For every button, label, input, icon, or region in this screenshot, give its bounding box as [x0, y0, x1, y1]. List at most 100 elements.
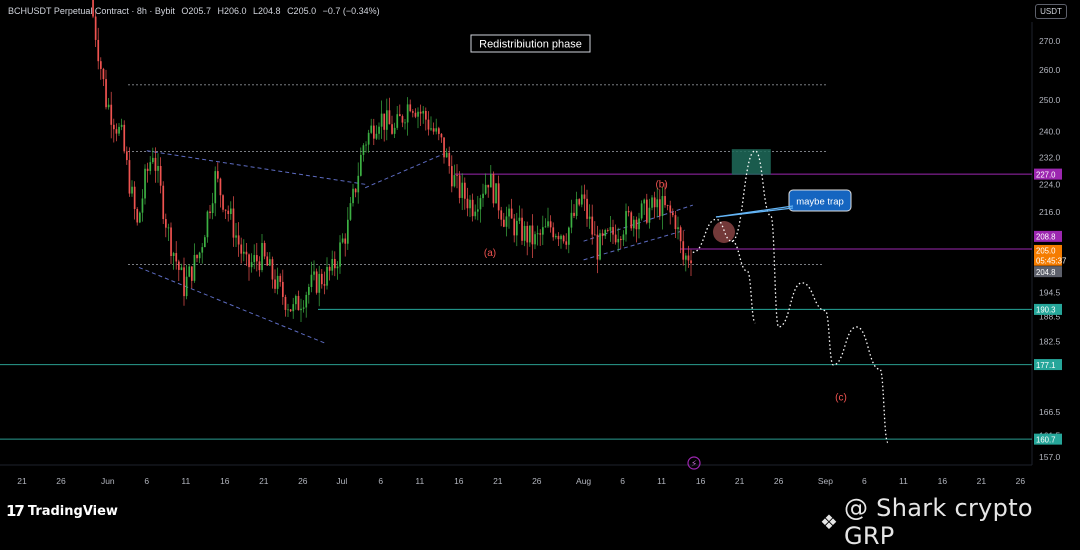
candle-body: [253, 255, 256, 263]
candle-body: [193, 254, 196, 281]
candle-body: [276, 275, 279, 289]
candle-body: [289, 309, 292, 312]
candle-body: [466, 198, 469, 209]
candle-body: [378, 126, 380, 134]
x-tick-label: 11: [657, 476, 666, 486]
candle-body: [432, 128, 435, 132]
candle-body: [687, 255, 690, 261]
y-tick-label: 260.0: [1039, 65, 1061, 75]
tradingview-logo[interactable]: 17 TradingView: [6, 502, 118, 520]
candle-body: [685, 255, 687, 260]
x-tick-label: 21: [735, 476, 745, 486]
tradingview-mark-icon: 17: [6, 502, 25, 520]
candle-body: [102, 68, 105, 80]
price-tag-label: 208.8: [1036, 233, 1056, 242]
candle-body: [451, 166, 453, 187]
candle-body: [365, 144, 367, 146]
candle-body: [204, 237, 206, 248]
candle-body: [435, 128, 438, 132]
candle-body: [373, 125, 375, 139]
candle-body: [425, 110, 427, 120]
chart-canvas[interactable]: (a) (b) (c) 270.0 260.0 250.0 240.0 232.0 224.0…: [0, 0, 1080, 535]
candle-body: [331, 258, 334, 271]
candle-body: [118, 126, 120, 134]
candle-body: [669, 205, 672, 213]
y-tick-label: 250.0: [1039, 95, 1061, 105]
y-tick-label: 194.5: [1039, 288, 1061, 298]
x-tick-label: 26: [532, 476, 542, 486]
candle-body: [388, 110, 391, 125]
x-tick-label: Aug: [576, 476, 591, 486]
symbol-title[interactable]: BCHUSDT Perpetual Contract · 8h · Bybit: [8, 6, 175, 16]
candle-body: [152, 157, 154, 163]
x-tick-label: 21: [259, 476, 269, 486]
y-tick-label: 157.0: [1039, 452, 1061, 462]
candle-body: [128, 160, 131, 194]
candle-body: [367, 132, 370, 145]
candle-body: [165, 219, 167, 228]
wave-label: (b): [655, 180, 667, 191]
candle-body: [334, 258, 336, 269]
candle-body: [630, 212, 633, 229]
price-tag-label: 204.8: [1036, 268, 1056, 277]
x-tick-label: 21: [493, 476, 503, 486]
candle-body: [178, 261, 180, 270]
candle-body: [230, 208, 232, 214]
candle-body: [167, 227, 170, 229]
candle-body: [235, 235, 237, 238]
candle-body: [614, 234, 617, 243]
candle-body: [139, 212, 141, 223]
candle-body: [497, 183, 500, 211]
candle-body: [601, 233, 604, 237]
candle-body: [536, 233, 539, 235]
candle-body: [362, 145, 365, 155]
candle-body: [105, 79, 107, 108]
candle-body: [607, 230, 609, 231]
candle-body: [380, 113, 383, 127]
candle-body: [461, 182, 464, 198]
candle-body: [620, 238, 622, 241]
candle-body: [344, 238, 347, 244]
candle-body: [170, 227, 172, 257]
candle-body: [674, 215, 677, 230]
candle-body: [500, 210, 503, 220]
candle-body: [612, 227, 614, 235]
candle-body: [422, 110, 425, 114]
target-zone[interactable]: [731, 149, 771, 175]
candle-body: [666, 205, 669, 206]
candle-body: [568, 227, 570, 245]
candle-body: [149, 162, 152, 171]
candle-body: [518, 217, 521, 221]
callout-text: maybe trap: [796, 197, 844, 208]
candle-body: [490, 174, 492, 188]
currency-button[interactable]: USDT: [1035, 4, 1067, 19]
x-tick-label: Jun: [101, 476, 115, 486]
candle-body: [474, 211, 477, 217]
candle-body: [456, 175, 458, 176]
candle-body: [622, 234, 625, 241]
x-tick-label: Sep: [818, 476, 833, 486]
candle-body: [326, 266, 328, 286]
candle-body: [222, 195, 224, 210]
candle-body: [201, 247, 204, 253]
candle-body: [534, 234, 536, 245]
candle-body: [492, 174, 495, 204]
x-tick-label: 26: [774, 476, 784, 486]
candle-body: [599, 233, 601, 260]
shark-diamond-icon: ❖: [820, 510, 838, 534]
candle-body: [308, 286, 310, 295]
chart-frame: (a) (b) (c) 270.0 260.0 250.0 240.0 232.0 224.0…: [0, 0, 1080, 550]
candle-body: [469, 199, 471, 209]
candle-body: [305, 294, 308, 308]
price-tag-label: 160.7: [1036, 435, 1056, 444]
y-tick-label: 232.0: [1039, 152, 1061, 162]
candle-body: [211, 203, 214, 214]
candle-body: [217, 171, 219, 179]
candle-body: [352, 188, 354, 204]
candle-body: [295, 295, 297, 305]
candle-body: [393, 127, 396, 134]
candle-body: [573, 212, 575, 216]
candle-body: [198, 252, 201, 259]
y-tick-label: 224.0: [1039, 179, 1061, 189]
candle-body: [529, 225, 531, 243]
